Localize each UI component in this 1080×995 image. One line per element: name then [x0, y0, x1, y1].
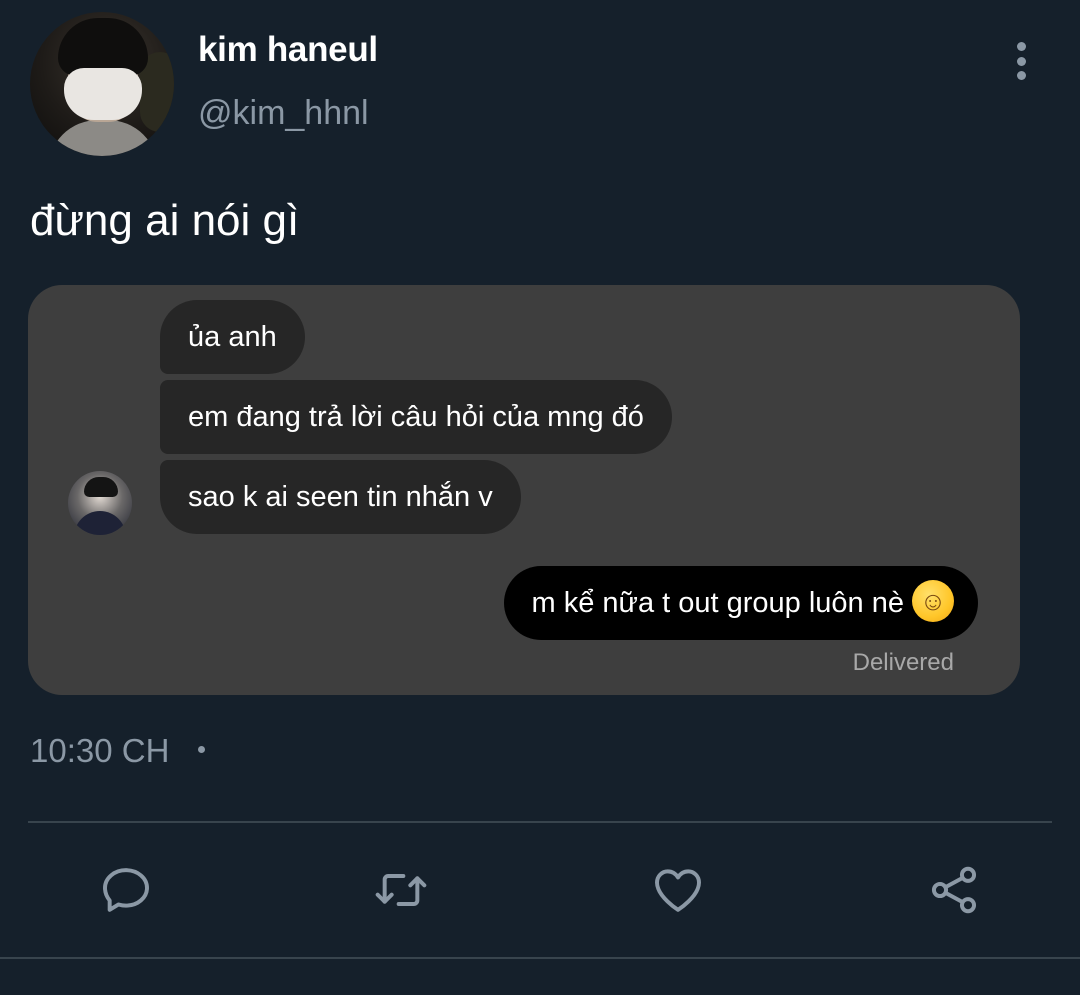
tweet-detail: kim haneul @kim_hhnl đừng ai nói gì ủa a… [0, 0, 1080, 995]
tweet-timestamp[interactable]: 10:30 CH [30, 732, 169, 770]
like-button[interactable] [648, 860, 708, 920]
avatar-mask [64, 68, 142, 120]
chat-contact-avatar [68, 471, 132, 535]
incoming-message: ủa anh [160, 300, 305, 374]
author-handle[interactable]: @kim_hhnl [198, 94, 369, 133]
avatar-shirt [48, 120, 158, 156]
tweet-media-image[interactable]: ủa anh em đang trả lời câu hỏi của mng đ… [28, 285, 1020, 695]
divider [28, 821, 1052, 823]
author-display-name[interactable]: kim haneul [198, 30, 378, 70]
chat-avatar-hair [84, 477, 118, 497]
more-options-icon[interactable] [1006, 40, 1036, 82]
delivery-status: Delivered [852, 649, 954, 676]
outgoing-message-text: m kể nữa t out group luôn nè [531, 587, 904, 619]
author-avatar[interactable] [30, 12, 174, 156]
reply-button[interactable] [96, 860, 156, 920]
share-icon [931, 866, 977, 914]
share-button[interactable] [924, 860, 984, 920]
more-dot [1016, 71, 1026, 80]
incoming-message: sao k ai seen tin nhắn v [160, 460, 521, 534]
more-dot [1016, 56, 1026, 66]
incoming-message: em đang trả lời câu hỏi của mng đó [160, 380, 672, 454]
more-dot [1016, 42, 1026, 51]
reply-icon [103, 868, 149, 912]
retweet-button[interactable] [371, 860, 431, 920]
tweet-text: đừng ai nói gì [30, 196, 300, 245]
outgoing-message: m kể nữa t out group luôn nè ☺ [503, 566, 978, 640]
retweet-icon [375, 874, 427, 906]
divider [0, 957, 1080, 959]
chat-avatar-suit [74, 511, 126, 535]
separator-dot [198, 746, 205, 753]
smiling-face-emoji: ☺ [912, 580, 954, 623]
heart-icon [655, 869, 701, 912]
